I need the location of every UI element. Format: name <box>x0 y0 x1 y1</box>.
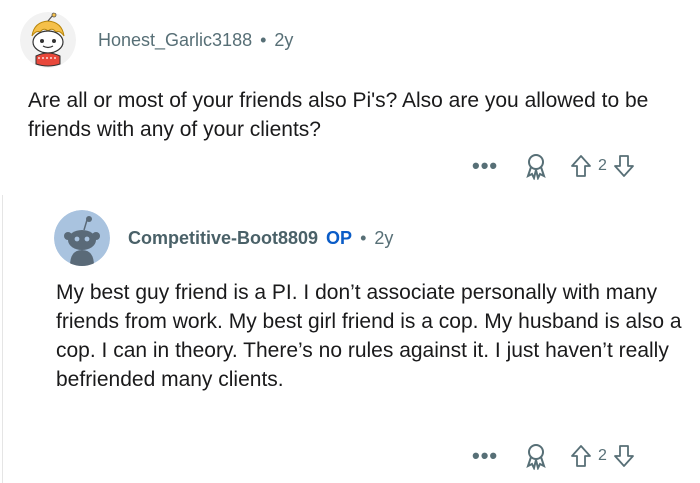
comment-meta: Honest_Garlic3188 • 2y <box>98 30 293 51</box>
snoo-avatar-icon[interactable] <box>20 12 76 68</box>
comment-meta: Competitive-Boot8809 OP • 2y <box>128 228 393 249</box>
username[interactable]: Honest_Garlic3188 <box>98 30 252 51</box>
separator-dot: • <box>260 29 267 50</box>
default-snoo-avatar-icon[interactable] <box>54 210 110 266</box>
award-icon[interactable] <box>522 442 550 470</box>
upvote-arrow-icon[interactable] <box>570 154 592 178</box>
comment-header: Honest_Garlic3188 • 2y <box>20 12 293 68</box>
comment-actions: ••• 2 <box>472 150 635 182</box>
vote-control: 2 <box>570 154 635 178</box>
op-badge: OP <box>326 227 353 248</box>
comment-body: My best guy friend is a PI. I don’t asso… <box>56 281 682 391</box>
comment-header: Competitive-Boot8809 OP • 2y <box>54 208 393 268</box>
comment-age[interactable]: 2y <box>374 228 393 249</box>
separator-dot: • <box>360 227 367 248</box>
downvote-arrow-icon[interactable] <box>613 444 635 468</box>
comment-age[interactable]: 2y <box>274 30 293 51</box>
more-options-button[interactable]: ••• <box>472 445 497 467</box>
downvote-arrow-icon[interactable] <box>613 154 635 178</box>
thread-line <box>2 195 3 483</box>
vote-control: 2 <box>570 444 635 468</box>
comment-actions: ••• 2 <box>472 440 635 472</box>
more-options-button[interactable]: ••• <box>472 155 497 177</box>
vote-count: 2 <box>598 447 607 464</box>
upvote-arrow-icon[interactable] <box>570 444 592 468</box>
vote-count: 2 <box>598 157 607 174</box>
username[interactable]: Competitive-Boot8809 <box>128 228 318 249</box>
award-icon[interactable] <box>522 152 550 180</box>
comment-body: Are all or most of your friends also Pi'… <box>28 89 649 141</box>
